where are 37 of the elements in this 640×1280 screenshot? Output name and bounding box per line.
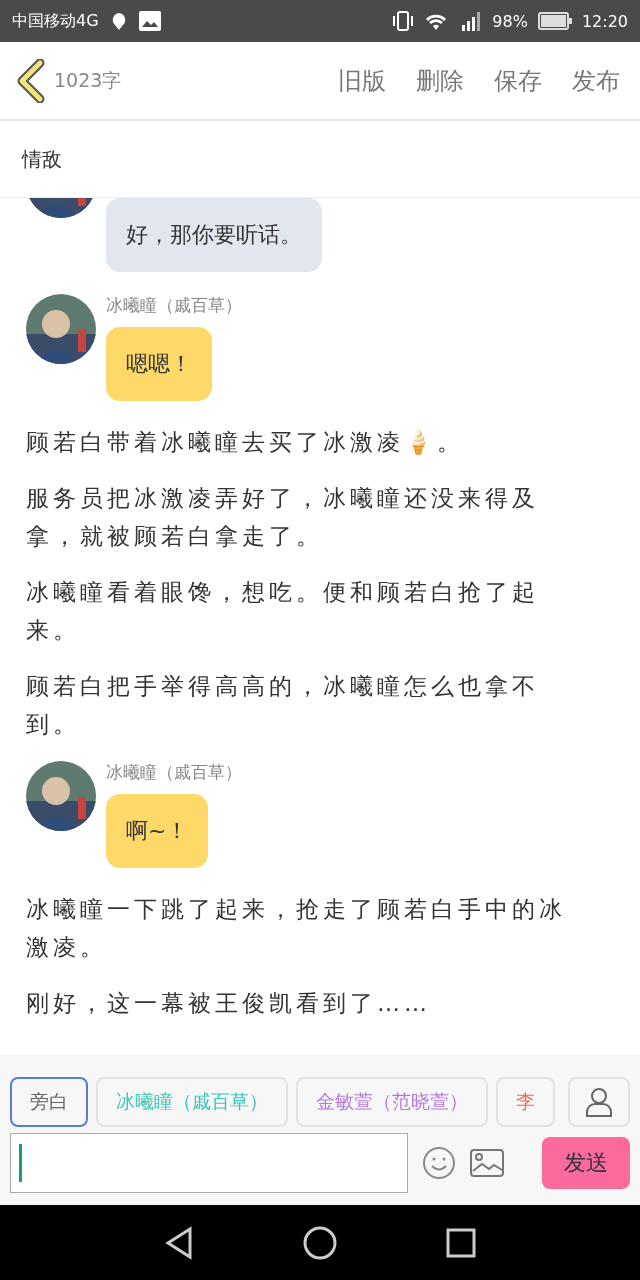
recent-apps-icon[interactable] xyxy=(445,1227,476,1258)
vibrate-icon xyxy=(392,11,415,31)
person-button[interactable] xyxy=(568,1077,630,1127)
clock: 12:20 xyxy=(581,11,628,31)
story-paragraph: 顾若白把手举得高高的，冰曦瞳怎么也拿不到。 xyxy=(26,672,540,739)
chat-bubble: 啊~！ xyxy=(106,794,209,868)
send-button[interactable]: 发送 xyxy=(542,1137,630,1189)
word-count: 1023字 xyxy=(54,67,122,93)
story-title: 情敌 xyxy=(22,145,62,173)
character-chip[interactable]: 旁白 xyxy=(10,1077,88,1127)
battery-icon xyxy=(537,12,572,30)
speaker-name: 冰曦瞳（戚百草） xyxy=(106,761,242,784)
carrier-name: 中国移动4G xyxy=(12,10,99,32)
home-icon[interactable] xyxy=(303,1225,337,1260)
story-paragraph: 冰曦瞳看着眼馋，想吃。便和顾若白抢了起来。 xyxy=(26,578,540,645)
person-icon xyxy=(585,1086,613,1118)
story-paragraph: 服务员把冰激凌弄好了，冰曦瞳还没来得及拿，就被顾若白拿走了。 xyxy=(26,484,540,551)
image-icon xyxy=(138,11,161,31)
character-chip[interactable]: 金敏萱（范晓萱） xyxy=(296,1077,488,1127)
image-icon[interactable] xyxy=(470,1149,504,1177)
story-paragraph: 冰曦瞳一下跳了起来，抢走了顾若白手中的冰激凌。 xyxy=(26,895,567,962)
back-icon[interactable] xyxy=(164,1225,195,1260)
header-action[interactable]: 保存 xyxy=(490,64,546,97)
chat-bubble: 嗯嗯！ xyxy=(106,327,212,401)
emoji-icon[interactable] xyxy=(422,1146,456,1180)
message-input-field[interactable] xyxy=(10,1133,408,1193)
header-action[interactable]: 删除 xyxy=(412,64,468,97)
character-chip[interactable]: 李 xyxy=(496,1077,555,1127)
header-action[interactable]: 旧版 xyxy=(334,64,390,97)
battery-level: 98% xyxy=(492,11,528,31)
chat-bubble: 好，那你要听话。 xyxy=(106,198,322,272)
header-action[interactable]: 发布 xyxy=(568,64,624,97)
speaker-name: 冰曦瞳（戚百草） xyxy=(106,294,242,317)
story-paragraph: 刚好，这一幕被王俊凯看到了…… xyxy=(26,989,432,1018)
back-icon[interactable] xyxy=(16,58,46,103)
wifi-icon xyxy=(424,12,449,30)
story-paragraph: 顾若白带着冰曦瞳去买了冰激凌🍦。 xyxy=(26,428,465,457)
